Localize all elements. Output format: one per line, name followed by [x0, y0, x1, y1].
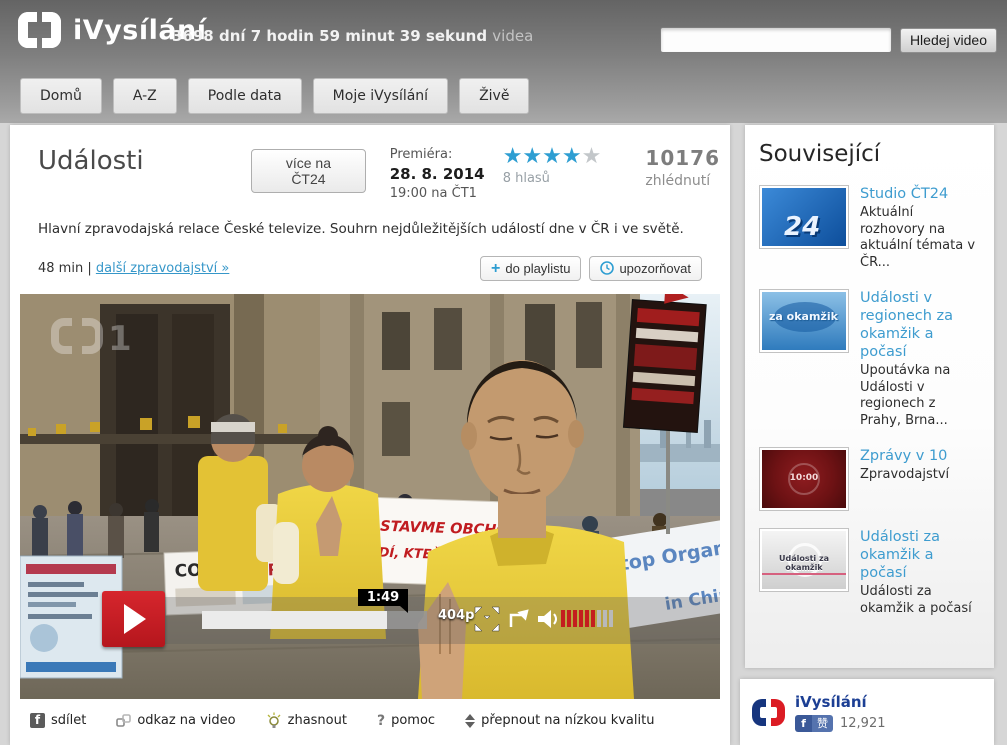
volume-level-bars[interactable] — [561, 610, 613, 627]
nav-tab-domu[interactable]: Domů — [20, 78, 102, 114]
seek-bar[interactable] — [202, 611, 427, 629]
plus-icon: + — [491, 263, 500, 274]
search-area: Hledej video — [660, 27, 997, 53]
related-item-zpravy-v-10[interactable]: 10:00 Zprávy v 10 Zpravodajství — [759, 447, 980, 511]
nav-tab-moje-ivysilani[interactable]: Moje iVysílání — [313, 78, 448, 114]
video-link-action[interactable]: odkaz na video — [116, 713, 235, 728]
seek-bar-progress — [202, 611, 387, 629]
related-sidebar: Související 24 Studio ČT24 Aktuální rozh… — [745, 125, 994, 668]
related-item-studio-ct24[interactable]: 24 Studio ČT24 Aktuální rozhovory na akt… — [759, 185, 980, 272]
related-title[interactable]: Studio ČT24 — [860, 185, 980, 203]
thumbnail: 24 — [759, 185, 849, 249]
duration-label: 48 min — [38, 261, 83, 276]
search-button[interactable]: Hledej video — [900, 28, 997, 53]
add-to-playlist-button[interactable]: + do playlistu — [480, 256, 581, 281]
facebook-widget: iVysílání f 赞 12,921 — [740, 679, 994, 745]
views-count: 10176 — [645, 146, 720, 170]
quality-toggle-icon — [465, 714, 475, 728]
facebook-share-icon: f — [30, 713, 45, 728]
main-nav: Domů A-Z Podle data Moje iVysílání Živě — [20, 78, 529, 114]
related-desc: Aktuální rozhovory na aktuální témata v … — [860, 205, 980, 272]
thumbnail: Události za okamžik — [759, 528, 849, 592]
play-button[interactable] — [102, 591, 165, 647]
meta-row: 48 min | další zpravodajství » + do play… — [38, 256, 702, 281]
related-title[interactable]: Události za okamžik a počasí — [860, 528, 980, 582]
title-row: Události více na ČT24 Premiéra: 28. 8. 2… — [20, 125, 720, 204]
ct-logo-color-icon — [752, 699, 785, 726]
thumbnail: za okamžik — [759, 289, 849, 353]
sidebar-title: Související — [759, 141, 980, 167]
facebook-like-button[interactable]: f 赞 — [795, 715, 833, 732]
quality-switch-action[interactable]: přepnout na nízkou kvalitu — [465, 713, 654, 728]
thumbnail: 10:00 — [759, 447, 849, 511]
main-content: Události více na ČT24 Premiéra: 28. 8. 2… — [10, 125, 730, 745]
fullscreen-icon[interactable] — [473, 605, 501, 633]
link-icon — [116, 713, 131, 728]
fb-brand-title: iVysílání — [795, 693, 886, 711]
related-desc: Zpravodajství — [860, 467, 949, 484]
votes-count: 8 hlasů — [503, 171, 652, 186]
page-title: Události — [38, 146, 251, 176]
video-actions-bar: f sdílet odkaz na video zhasnout ? pomoc — [20, 699, 720, 743]
nav-tab-podle-data[interactable]: Podle data — [188, 78, 302, 114]
help-action[interactable]: ? pomoc — [377, 713, 435, 729]
facebook-icon: f — [795, 715, 812, 732]
related-item-udalosti-v-regionech[interactable]: za okamžik Události v regionech za okamž… — [759, 289, 980, 430]
premiere-info: Premiéra: 28. 8. 2014 19:00 na ČT1 — [390, 146, 507, 204]
more-news-link[interactable]: další zpravodajství » — [96, 261, 229, 276]
video-player[interactable]: CO SE RUDO ZASTAVME OBCHOD LIDÍ, KTEŘÍ J… — [20, 294, 720, 699]
search-input[interactable] — [660, 27, 892, 53]
question-icon: ? — [377, 713, 385, 729]
quality-label[interactable]: 404p — [438, 608, 474, 623]
lights-off-action[interactable]: zhasnout — [266, 712, 347, 729]
related-desc: Události za okamžik a počasí — [860, 584, 980, 617]
related-title[interactable]: Události v regionech za okamžik a počasí — [860, 289, 980, 362]
time-tooltip: 1:49 — [358, 589, 408, 606]
show-description: Hlavní zpravodajská relace České televiz… — [38, 221, 720, 237]
nav-tab-zive[interactable]: Živě — [459, 78, 529, 114]
ct-logo-icon — [18, 12, 61, 48]
volume-icon[interactable] — [536, 607, 560, 631]
related-item-udalosti-za-okamzik[interactable]: Události za okamžik Události za okamžik … — [759, 528, 980, 618]
clock-icon — [600, 261, 614, 275]
more-on-ct24-button[interactable]: více na ČT24 — [251, 149, 366, 193]
share-facebook-action[interactable]: f sdílet — [30, 713, 86, 728]
nav-tab-az[interactable]: A-Z — [113, 78, 177, 114]
site-header: iVysílání 3698 dní 7 hodin 59 minut 39 s… — [0, 0, 1007, 123]
views-label: zhlédnutí — [645, 173, 710, 189]
related-title[interactable]: Zprávy v 10 — [860, 447, 949, 465]
premiere-time: 19:00 na ČT1 — [390, 186, 477, 201]
star-rating[interactable]: ★★★★★ — [503, 146, 652, 168]
views-block: 10176 zhlédnutí — [645, 146, 720, 189]
video-hours-stats: 3698 dní 7 hodin 59 minut 39 sekund vide… — [172, 27, 533, 45]
rating-block: ★★★★★ 8 hlasů — [503, 146, 652, 186]
premiere-date: 28. 8. 2014 — [390, 165, 485, 183]
svg-text:1: 1 — [108, 319, 132, 359]
like-count: 12,921 — [840, 716, 886, 731]
popup-player-icon[interactable] — [507, 603, 531, 629]
related-desc: Upoutávka na Události v regionech z Prah… — [860, 363, 980, 430]
lightbulb-icon — [266, 712, 282, 729]
notify-button[interactable]: upozorňovat — [589, 256, 702, 281]
